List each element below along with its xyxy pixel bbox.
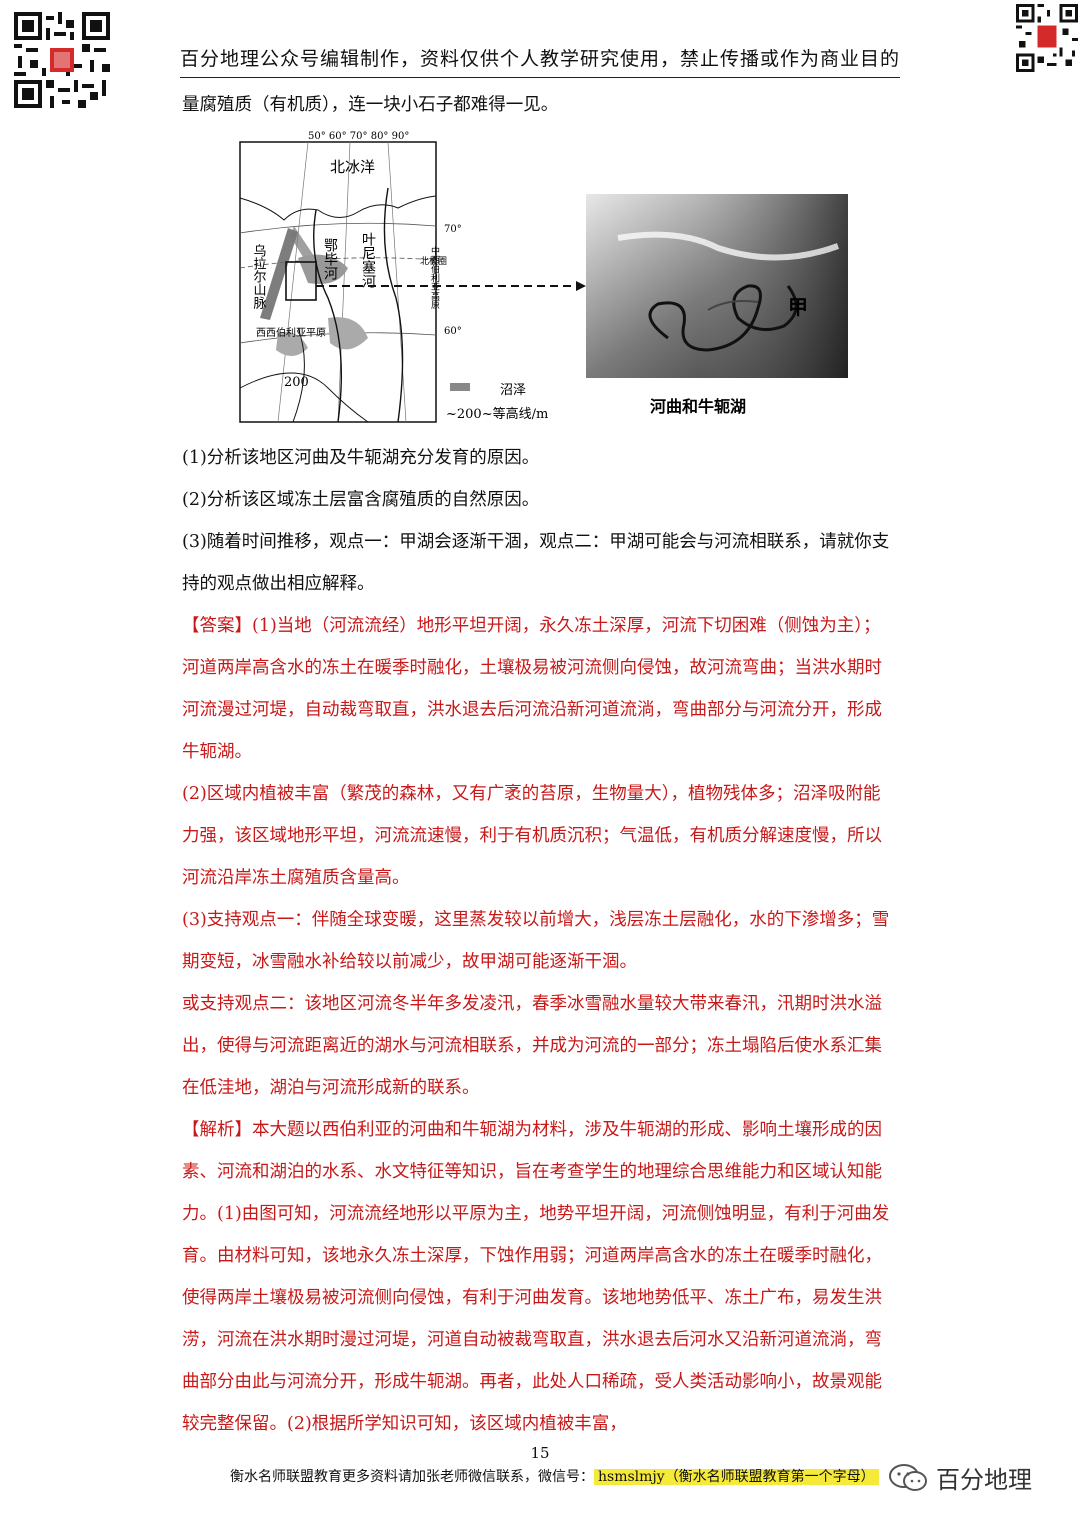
answer-part-2: (2)区域内植被丰富（繁茂的森林，又有广袤的苔原，生物量大），植物残体多；沼泽吸… bbox=[182, 784, 882, 888]
map-lat-60: 60° bbox=[444, 326, 462, 337]
river-photo: 甲 河曲和牛轭湖 bbox=[586, 194, 848, 416]
footer-contact: 衡水名师联盟教育更多资料请加张老师微信联系，微信号： hsmslmjy（衡水名师联… bbox=[230, 1466, 879, 1486]
map-contour-value: 200 bbox=[284, 375, 309, 390]
map-river1-label: 叶尼塞河 bbox=[360, 232, 376, 288]
answer-part-4: 或支持观点二：该地区河流冬半年多发凌汛，春季冰雪融水量较大带来春汛，汛期时洪水溢… bbox=[182, 994, 882, 1098]
figure: 50° 60° 70° 80° 90° 北冰洋 70° 60° 北极圈 中西伯利… bbox=[238, 128, 848, 428]
map-lon-labels: 50° 60° 70° 80° 90° bbox=[308, 131, 409, 142]
brand-watermark: 百分地理 bbox=[888, 1460, 1032, 1495]
map-river2-label: 鄂毕河 bbox=[322, 238, 338, 280]
answer-part-1: 【答案】(1)当地（河流流经）地形平坦开阔，永久冻土深厚，河流下切困难（侧蚀为主… bbox=[182, 616, 882, 762]
intro-text: 量腐殖质（有机质），连一块小石子都难得一见。 bbox=[182, 95, 559, 115]
wechat-icon bbox=[889, 1463, 927, 1491]
answer-part-3: (3)支持观点一：伴随全球变暖，这里蒸发较以前增大，浅层冻土层融化，水的下渗增多… bbox=[182, 910, 890, 972]
brand-name: 百分地理 bbox=[936, 1466, 1032, 1494]
legend-swamp: 沼泽 bbox=[500, 383, 526, 398]
siberia-map: 50° 60° 70° 80° 90° 北冰洋 70° 60° 北极圈 中西伯利… bbox=[239, 131, 548, 423]
footer-wechat: hsmslmjy（衡水名师联盟教育第一个字母） bbox=[594, 1469, 879, 1485]
map-plain-label: 西西伯利亚平原 bbox=[256, 326, 326, 339]
map-lat-70: 70° bbox=[444, 224, 462, 235]
figure-svg: 50° 60° 70° 80° 90° 北冰洋 70° 60° 北极圈 中西伯利… bbox=[239, 131, 848, 423]
question-3: (3)随着时间推移，观点一：甲湖会逐渐干涸，观点二：甲湖可能会与河流相联系，请就… bbox=[182, 532, 890, 594]
map-mountains-label: 乌拉尔山脉 bbox=[251, 243, 267, 309]
photo-caption: 河曲和牛轭湖 bbox=[650, 397, 746, 416]
qr-code-right bbox=[1016, 0, 1078, 76]
legend-contour: ~200~等高线/m bbox=[446, 406, 548, 422]
map-plateau-label: 中西伯利亚高原 bbox=[429, 245, 440, 309]
legend-swamp-symbol bbox=[450, 383, 470, 391]
footer-text: 衡水名师联盟教育更多资料请加张老师微信联系，微信号： bbox=[230, 1469, 594, 1485]
page-header: 百分地理公众号编辑制作，资料仅供个人教学研究使用，禁止传播或作为商业目的 bbox=[180, 44, 900, 78]
question-1: (1)分析该地区河曲及牛轭湖充分发育的原因。 bbox=[182, 448, 540, 468]
analysis-text: 【解析】本大题以西伯利亚的河曲和牛轭湖为材料，涉及牛轭湖的形成、影响土壤形成的因… bbox=[182, 1120, 890, 1434]
question-2: (2)分析该区域冻土层富含腐殖质的自然原因。 bbox=[182, 490, 540, 510]
map-ocean-label: 北冰洋 bbox=[330, 158, 375, 176]
photo-label-jia: 甲 bbox=[788, 295, 808, 319]
qr-code-left bbox=[14, 12, 110, 108]
